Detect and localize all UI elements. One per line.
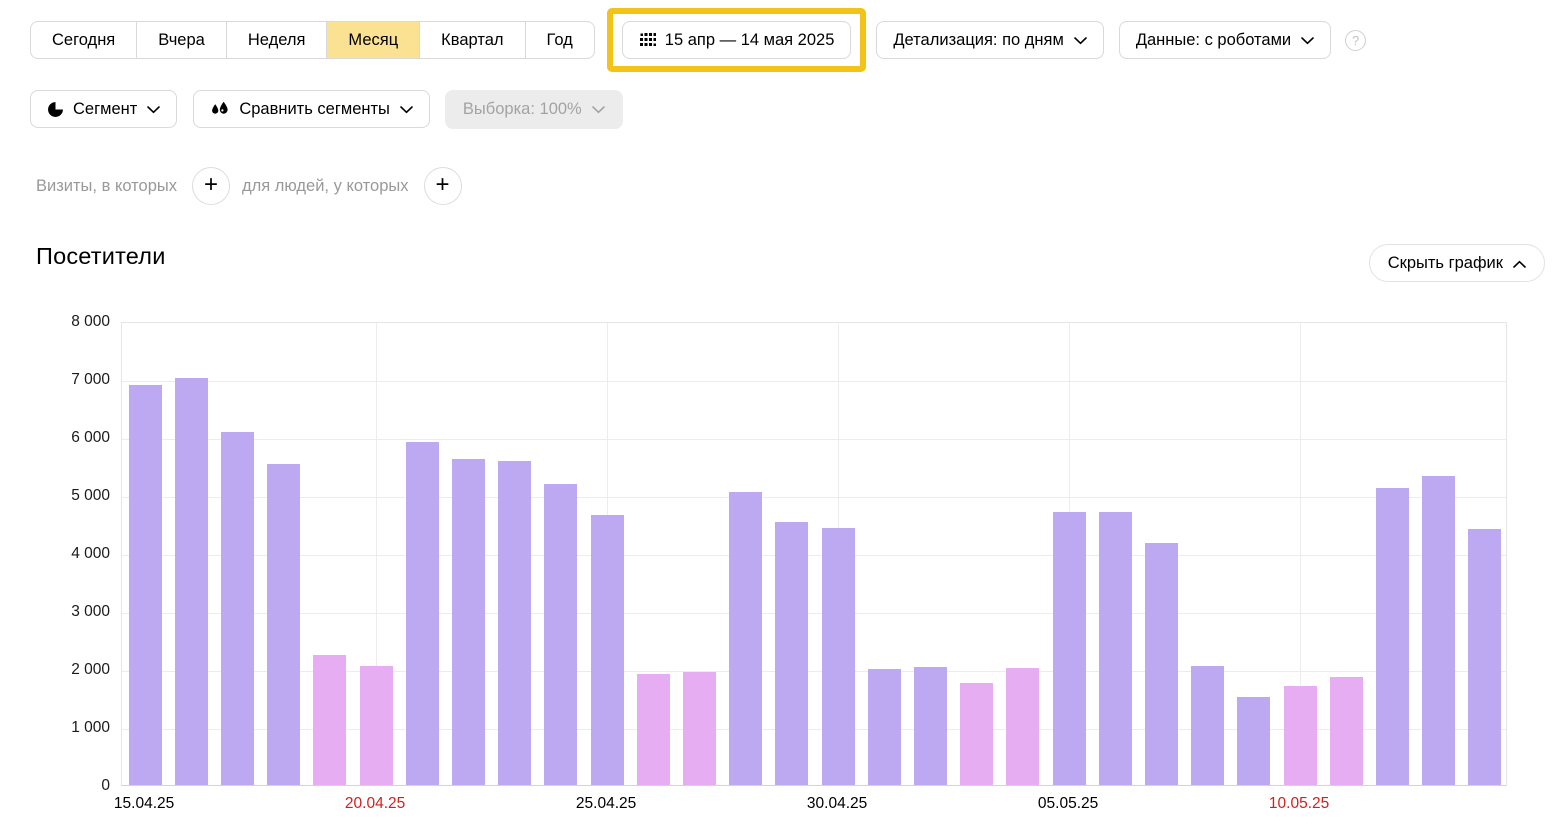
data-mode-dropdown[interactable]: Данные: с роботами — [1119, 21, 1331, 59]
highlight-annotation-box: 15 апр — 14 мая 2025 — [607, 8, 867, 72]
detail-dropdown-label: Детализация: по дням — [893, 31, 1063, 50]
chart-bar-02.05.25[interactable] — [914, 667, 947, 785]
chevron-down-icon — [1301, 31, 1314, 50]
pie-segment-icon — [47, 101, 64, 118]
chart-bar-12.05.25[interactable] — [1376, 488, 1409, 785]
data-mode-dropdown-label: Данные: с роботами — [1136, 31, 1291, 50]
sampling-label: Выборка: 100% — [463, 100, 582, 119]
chart-bar-08.05.25[interactable] — [1191, 666, 1224, 785]
date-range-button[interactable]: 15 апр — 14 мая 2025 — [622, 21, 852, 59]
people-filter-label: для людей, у которых — [242, 177, 409, 196]
chart-bar-29.04.25[interactable] — [775, 522, 808, 785]
y-tick-label: 1 000 — [71, 719, 110, 737]
plot-area — [121, 322, 1507, 786]
y-tick-label: 8 000 — [71, 313, 110, 331]
chart-bar-18.04.25[interactable] — [267, 464, 300, 785]
h-gridline — [122, 439, 1506, 440]
chart-bar-25.04.25[interactable] — [591, 515, 624, 785]
y-tick-label: 5 000 — [71, 487, 110, 505]
detail-dropdown[interactable]: Детализация: по дням — [876, 21, 1103, 59]
toolbar-row-segments: Сегмент Сравнить сегменты Выборка: 100% — [30, 89, 623, 129]
chevron-up-icon — [1513, 254, 1526, 273]
chart-bar-28.04.25[interactable] — [729, 492, 762, 785]
chart-bar-11.05.25[interactable] — [1330, 677, 1363, 785]
chart-bar-13.05.25[interactable] — [1422, 476, 1455, 785]
x-tick-label: 15.04.25 — [114, 795, 174, 813]
h-gridline — [122, 555, 1506, 556]
chart-bar-07.05.25[interactable] — [1145, 543, 1178, 785]
h-gridline — [122, 613, 1506, 614]
filter-row: Визиты, в которых + для людей, у которых… — [36, 165, 462, 207]
chevron-down-icon — [592, 100, 605, 119]
period-yesterday-button[interactable]: Вчера — [137, 21, 227, 59]
chart-bar-26.04.25[interactable] — [637, 674, 670, 785]
segment-dropdown-label: Сегмент — [73, 100, 137, 119]
chart-bar-30.04.25[interactable] — [822, 528, 855, 785]
x-tick-label: 20.04.25 — [345, 795, 405, 813]
plus-icon: + — [204, 173, 218, 197]
chevron-down-icon — [400, 100, 413, 119]
hide-chart-button[interactable]: Скрыть график — [1369, 244, 1545, 282]
toolbar-row-periods: Сегодня Вчера Неделя Месяц Квартал Год 1… — [30, 8, 1366, 72]
chart-bar-24.04.25[interactable] — [544, 484, 577, 785]
hide-chart-label: Скрыть график — [1388, 254, 1503, 273]
chart-bar-27.04.25[interactable] — [683, 672, 716, 785]
visits-filter-label: Визиты, в которых — [36, 177, 177, 196]
chart-bar-04.05.25[interactable] — [1006, 668, 1039, 785]
chevron-down-icon — [147, 100, 160, 119]
chart-bar-21.04.25[interactable] — [406, 442, 439, 785]
chart-bar-22.04.25[interactable] — [452, 459, 485, 785]
compare-segments-dropdown[interactable]: Сравнить сегменты — [193, 90, 430, 128]
sampling-dropdown: Выборка: 100% — [445, 90, 623, 129]
chart-bar-16.04.25[interactable] — [175, 378, 208, 785]
chart-bar-17.04.25[interactable] — [221, 432, 254, 785]
y-tick-label: 6 000 — [71, 429, 110, 447]
x-tick-label: 30.04.25 — [807, 795, 867, 813]
y-tick-label: 0 — [101, 777, 110, 795]
add-visit-filter-button[interactable]: + — [192, 167, 230, 205]
drops-compare-icon — [210, 101, 230, 118]
y-axis-labels: 01 0002 0003 0004 0005 0006 0007 0008 00… — [28, 322, 110, 786]
plus-icon: + — [435, 173, 449, 197]
chart-bar-01.05.25[interactable] — [868, 669, 901, 785]
compare-segments-label: Сравнить сегменты — [239, 100, 390, 119]
y-tick-label: 2 000 — [71, 661, 110, 679]
chart-bar-23.04.25[interactable] — [498, 461, 531, 785]
help-glyph: ? — [1352, 33, 1359, 48]
x-tick-label: 10.05.25 — [1269, 795, 1329, 813]
chart-bar-05.05.25[interactable] — [1053, 512, 1086, 785]
chart-bar-09.05.25[interactable] — [1237, 697, 1270, 785]
period-month-button[interactable]: Месяц — [327, 21, 420, 59]
chart-bar-03.05.25[interactable] — [960, 683, 993, 785]
chart-bar-10.05.25[interactable] — [1284, 686, 1317, 785]
segment-dropdown[interactable]: Сегмент — [30, 90, 177, 128]
y-tick-label: 4 000 — [71, 545, 110, 563]
chart-bar-20.04.25[interactable] — [360, 666, 393, 785]
calendar-icon — [639, 33, 656, 48]
add-people-filter-button[interactable]: + — [424, 167, 462, 205]
y-tick-label: 3 000 — [71, 603, 110, 621]
chart-bar-06.05.25[interactable] — [1099, 512, 1132, 785]
help-icon[interactable]: ? — [1345, 30, 1366, 51]
h-gridline — [122, 497, 1506, 498]
y-tick-label: 7 000 — [71, 371, 110, 389]
period-week-button[interactable]: Неделя — [227, 21, 328, 59]
x-tick-label: 25.04.25 — [576, 795, 636, 813]
period-year-button[interactable]: Год — [526, 21, 595, 59]
period-selector: Сегодня Вчера Неделя Месяц Квартал Год — [30, 21, 595, 59]
chevron-down-icon — [1074, 31, 1087, 50]
chart-bar-15.04.25[interactable] — [129, 385, 162, 785]
date-range-label: 15 апр — 14 мая 2025 — [665, 31, 835, 50]
x-tick-label: 05.05.25 — [1038, 795, 1098, 813]
chart-bar-14.05.25[interactable] — [1468, 529, 1501, 785]
page-title: Посетители — [36, 243, 166, 270]
period-quarter-button[interactable]: Квартал — [420, 21, 525, 59]
chart-bar-19.04.25[interactable] — [313, 655, 346, 786]
period-today-button[interactable]: Сегодня — [30, 21, 137, 59]
h-gridline — [122, 381, 1506, 382]
x-axis-labels: 15.04.2520.04.2525.04.2530.04.2505.05.25… — [121, 795, 1507, 817]
